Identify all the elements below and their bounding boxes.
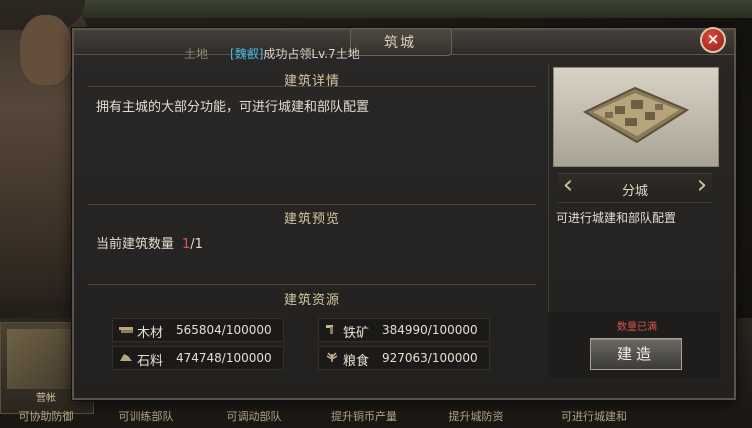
notice-prefix: 土地 <box>184 47 209 61</box>
resource-value: 384990/100000 <box>382 323 478 337</box>
resource-value: 927063/100000 <box>382 351 478 365</box>
background-card-label: 可协助防御 <box>18 410 74 423</box>
background-card-label: 可调动部队 <box>226 410 282 423</box>
resource-wood: 木材 565804/100000 <box>112 318 284 342</box>
building-description: 拥有主城的大部分功能，可进行城建和部队配置 <box>96 100 370 115</box>
background-character-face <box>20 15 72 85</box>
stone-icon <box>120 354 132 361</box>
close-button[interactable]: × <box>700 27 726 53</box>
resource-name: 石料 <box>137 354 164 369</box>
resource-iron: 铁矿 384990/100000 <box>318 318 490 342</box>
chevron-left-icon[interactable]: ‹ <box>560 172 576 200</box>
quantity-status: 数量已满 <box>617 322 657 333</box>
notice-text: 成功占领Lv.7土地 <box>263 47 360 61</box>
resource-stone: 石料 474748/100000 <box>112 346 284 370</box>
wood-icon <box>119 327 133 333</box>
chevron-right-icon[interactable]: › <box>694 172 710 200</box>
notice-ticker: 土地 [魏叡]成功占领Lv.7土地 <box>184 45 360 62</box>
resource-value: 474748/100000 <box>176 351 272 365</box>
city-icon <box>582 86 690 144</box>
divider <box>88 284 536 285</box>
background-card-label: 提升城防资 <box>448 410 504 423</box>
count-label: 当前建筑数量 <box>96 237 175 252</box>
resource-name: 铁矿 <box>343 326 370 341</box>
background-card-label: 可进行城建和 <box>561 410 627 423</box>
background-top-strip <box>0 0 752 18</box>
dialog-title: 筑城 <box>384 35 416 51</box>
build-button[interactable]: 建造 <box>590 338 682 370</box>
game-scene: 营帐 可协助防御 可训练部队 可调动部队 提升铜币产量 提升城防资 可进行城建和… <box>0 0 752 428</box>
resource-grain: 粮食 927063/100000 <box>318 346 490 370</box>
building-name: 分城 <box>621 184 648 199</box>
notice-player-tag[interactable]: [魏叡] <box>230 47 263 61</box>
divider <box>88 204 536 205</box>
background-card-label: 提升铜币产量 <box>331 410 397 423</box>
grain-icon <box>326 352 338 362</box>
count-total: /1 <box>190 237 203 252</box>
close-icon: × <box>706 30 720 48</box>
background-card-label: 可训练部队 <box>118 410 174 423</box>
resources-heading: 建筑资源 <box>283 293 340 308</box>
iron-icon <box>326 325 333 334</box>
preview-heading: 建筑预览 <box>283 212 340 227</box>
resource-name: 粮食 <box>343 354 370 369</box>
building-count: 当前建筑数量 1/1 <box>96 233 203 252</box>
resource-value: 565804/100000 <box>176 323 272 337</box>
resource-name: 木材 <box>137 326 164 341</box>
divider <box>88 86 536 87</box>
building-short-description: 可进行城建和部队配置 <box>556 211 677 225</box>
